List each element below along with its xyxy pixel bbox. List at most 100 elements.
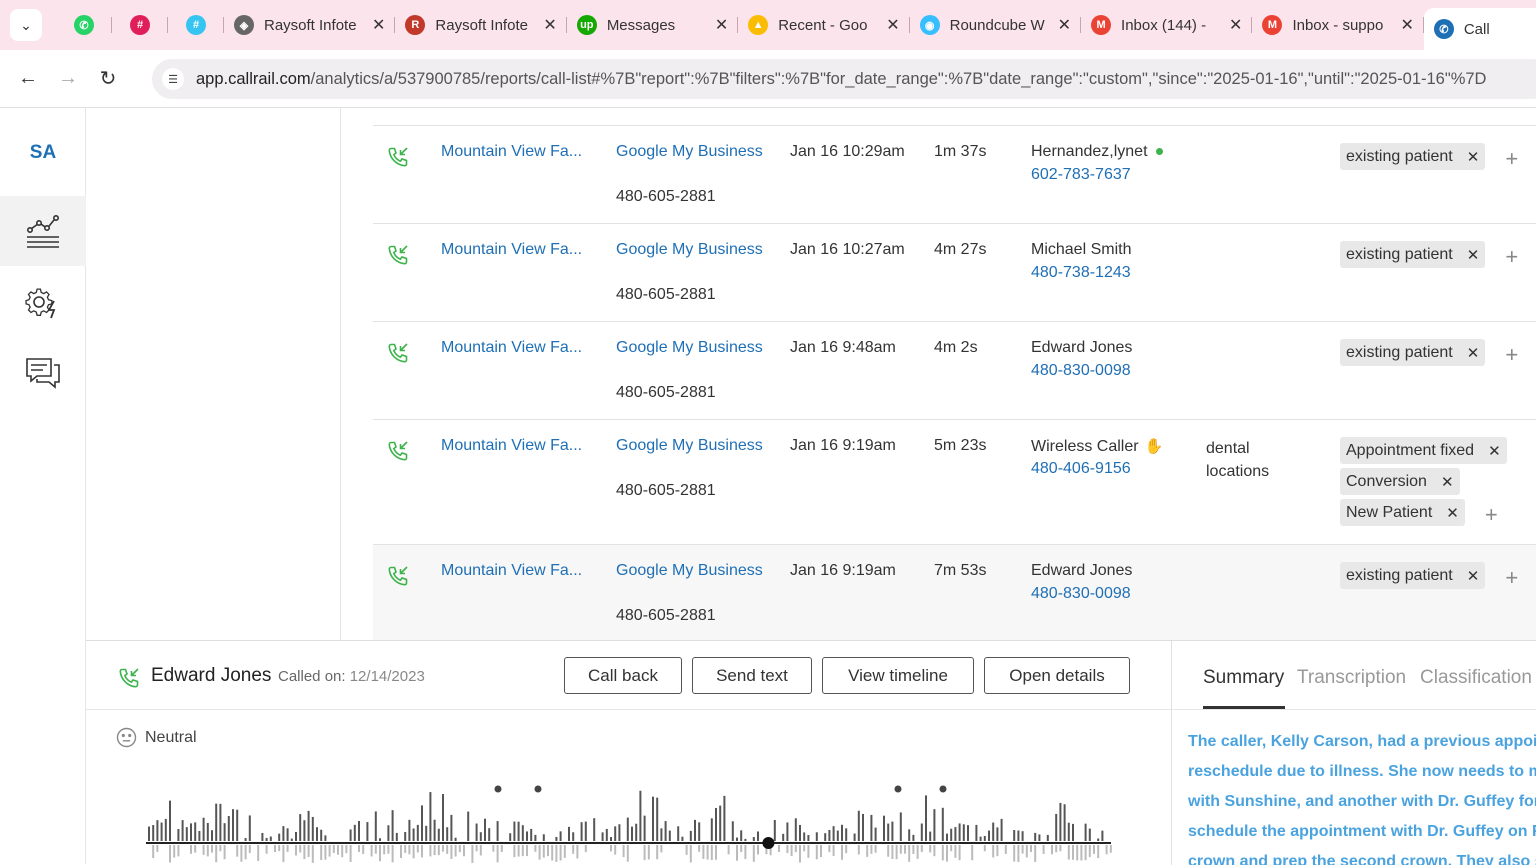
waveform-bar	[874, 827, 877, 841]
caller-phone-link[interactable]: 480-830-0098	[1031, 362, 1131, 380]
close-icon[interactable]: ✕	[543, 15, 556, 35]
close-icon[interactable]: ✕	[715, 15, 728, 35]
source-link[interactable]: Google My Business	[616, 562, 763, 580]
nav-settings[interactable]	[0, 268, 86, 338]
browser-tab[interactable]: #	[168, 7, 224, 43]
add-tag-icon[interactable]: +	[1505, 565, 1518, 591]
browser-tab[interactable]: M Inbox - suppo ✕	[1252, 7, 1425, 43]
waveform-bar	[206, 822, 209, 841]
waveform-marker[interactable]	[534, 785, 542, 793]
tab-summary[interactable]: Summary	[1203, 667, 1284, 689]
caller-phone-link[interactable]: 480-738-1243	[1031, 264, 1131, 282]
waveform-bar	[437, 845, 440, 856]
view-timeline-button[interactable]: View timeline	[822, 657, 974, 694]
call-waveform[interactable]	[146, 779, 1116, 865]
browser-tab[interactable]: ✆	[56, 7, 112, 43]
source-link[interactable]: Google My Business	[616, 339, 763, 357]
browser-tab[interactable]: M Inbox (144) - ✕	[1081, 7, 1253, 43]
close-icon[interactable]: ✕	[1058, 15, 1071, 35]
source-link[interactable]: Google My Business	[616, 241, 763, 259]
caller-name: Hernandez,lynet	[1031, 143, 1163, 161]
waveform-bar	[1072, 823, 1074, 841]
close-icon[interactable]: ✕	[886, 15, 899, 35]
thumbs-up-icon: ✋	[1144, 438, 1164, 455]
caller-phone-link[interactable]: 480-406-9156	[1031, 460, 1131, 478]
add-tag-icon[interactable]: +	[1485, 502, 1498, 528]
tag-list: existing patient ✕ +	[1340, 241, 1536, 272]
close-icon[interactable]: ✕	[1400, 15, 1413, 35]
nav-analytics[interactable]	[0, 196, 86, 266]
remove-tag-icon[interactable]: ✕	[1467, 567, 1480, 585]
browser-tab[interactable]: up Messages ✕	[567, 7, 739, 43]
slack-icon: #	[186, 15, 206, 35]
browser-tab[interactable]: R Raysoft Infote ✕	[395, 7, 568, 43]
tab-classification[interactable]: Classification	[1420, 667, 1532, 689]
waveform-bar	[719, 805, 722, 841]
waveform-bar	[778, 845, 780, 852]
caller-phone-link[interactable]: 602-783-7637	[1031, 166, 1131, 184]
browser-tab[interactable]: ◈ Raysoft Infote ✕	[224, 7, 396, 43]
remove-tag-icon[interactable]: ✕	[1441, 473, 1454, 491]
back-button[interactable]: ←	[8, 67, 48, 90]
caller-name: Edward Jones	[151, 665, 272, 686]
remove-tag-icon[interactable]: ✕	[1467, 344, 1480, 362]
browser-tab[interactable]: #	[112, 7, 168, 43]
add-tag-icon[interactable]: +	[1505, 244, 1518, 270]
nav-conversations[interactable]	[0, 338, 86, 408]
company-link[interactable]: Mountain View Fa...	[441, 562, 591, 580]
account-logo[interactable]: SA	[0, 142, 86, 164]
open-details-button[interactable]: Open details	[984, 657, 1130, 694]
add-tag-icon[interactable]: +	[1505, 146, 1518, 172]
table-row[interactable]: Mountain View Fa... Google My Business 480…	[373, 545, 1536, 640]
browser-tab[interactable]: ▲ Recent - Goo ✕	[738, 7, 911, 43]
waveform-bar	[479, 832, 482, 841]
remove-tag-icon[interactable]: ✕	[1467, 148, 1480, 166]
remove-tag-icon[interactable]: ✕	[1467, 246, 1480, 264]
waveform-bar	[803, 845, 806, 852]
waveform-bar	[1046, 834, 1049, 841]
close-icon[interactable]: ✕	[1229, 15, 1242, 35]
remove-tag-icon[interactable]: ✕	[1446, 504, 1459, 522]
remove-tag-icon[interactable]: ✕	[1488, 442, 1501, 460]
call-back-button[interactable]: Call back	[564, 657, 682, 694]
playhead-handle[interactable]	[762, 837, 775, 849]
waveform-bar	[513, 821, 516, 841]
table-row[interactable]: Mountain View Fa... Google My Business 480…	[373, 224, 1536, 322]
source-link[interactable]: Google My Business	[616, 437, 763, 455]
waveform-bar	[866, 845, 869, 857]
waveform-bar	[983, 845, 986, 852]
send-text-button[interactable]: Send text	[692, 657, 812, 694]
caller-phone-link[interactable]: 480-830-0098	[1031, 585, 1131, 603]
site-info-icon[interactable]: ☰	[162, 68, 184, 90]
browser-tab[interactable]: ◉ Roundcube W ✕	[910, 7, 1082, 43]
close-icon[interactable]: ✕	[372, 15, 385, 35]
arrow-left-icon: ←	[18, 67, 38, 89]
waveform-marker[interactable]	[939, 785, 947, 793]
waveform-bar	[185, 827, 188, 841]
keywords: dental locations	[1206, 440, 1270, 480]
company-link[interactable]: Mountain View Fa...	[441, 241, 591, 259]
waveform-marker[interactable]	[494, 785, 502, 793]
waveform-marker[interactable]	[894, 785, 902, 793]
browser-tab[interactable]: ✆ Call	[1423, 8, 1536, 50]
called-on: Called on: 12/14/2023	[278, 668, 425, 685]
waveform-bar	[332, 845, 335, 854]
tab-search-button[interactable]: ⌄	[10, 9, 42, 41]
table-row[interactable]: Mountain View Fa... Google My Business 480…	[373, 420, 1536, 545]
company-link[interactable]: Mountain View Fa...	[441, 437, 591, 455]
reload-button[interactable]: ↻	[88, 66, 128, 91]
waveform-bar	[526, 831, 528, 841]
table-row[interactable]: Mountain View Fa... Google My Business 480…	[373, 322, 1536, 420]
tab-transcription[interactable]: Transcription	[1297, 667, 1406, 689]
table-row[interactable]: Mountain View Fa... Google My Business 480…	[373, 126, 1536, 224]
tag-list: Appointment fixed ✕ Conversion ✕ New Patient…	[1340, 437, 1536, 530]
waveform-bar	[874, 845, 877, 853]
waveform-bar	[832, 845, 835, 857]
forward-button[interactable]: →	[48, 67, 88, 90]
url-input[interactable]: ☰ app.callrail.com/analytics/a/537900785…	[152, 59, 1536, 99]
waveform-bar	[572, 832, 575, 841]
source-link[interactable]: Google My Business	[616, 143, 763, 161]
company-link[interactable]: Mountain View Fa...	[441, 339, 591, 357]
add-tag-icon[interactable]: +	[1505, 342, 1518, 368]
company-link[interactable]: Mountain View Fa...	[441, 143, 591, 161]
